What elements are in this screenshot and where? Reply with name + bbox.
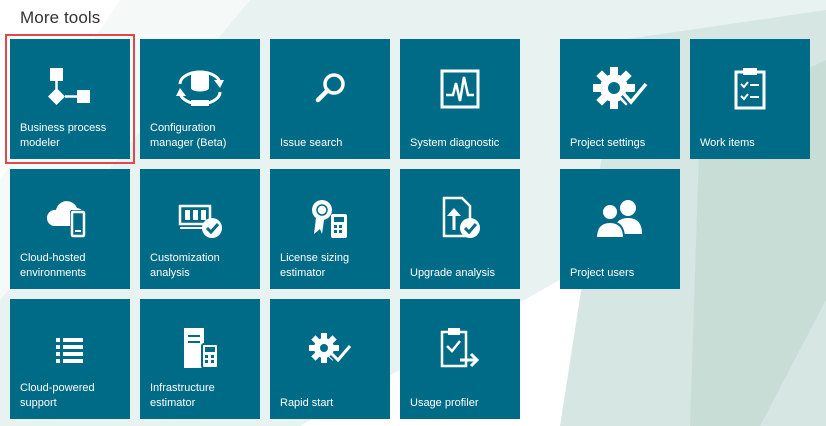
tile-cloud-hosted-environments[interactable]: Cloud-hosted environments: [10, 169, 130, 289]
component-check-icon: [140, 193, 260, 245]
tile-label: Cloud-hosted environments: [20, 252, 87, 279]
tile-label: Rapid start: [280, 397, 334, 409]
tile-usage-profiler[interactable]: Usage profiler: [400, 299, 520, 419]
search-icon: [270, 63, 390, 115]
tile-business-process-modeler[interactable]: Business process modeler: [10, 39, 130, 159]
tile-customization-analysis[interactable]: Customization analysis: [140, 169, 260, 289]
tile-configuration-manager[interactable]: Configuration manager (Beta): [140, 39, 260, 159]
flowchart-icon: [10, 63, 130, 115]
tile-rapid-start[interactable]: Rapid start: [270, 299, 390, 419]
page-title: More tools: [20, 8, 101, 27]
tile-cloud-powered-support[interactable]: Cloud-powered support: [10, 299, 130, 419]
tile-label: Business process modeler: [20, 122, 107, 149]
gear-check-small-icon: [270, 323, 390, 375]
tile-project-settings[interactable]: Project settings: [560, 39, 680, 159]
clipboard-arrow-icon: [400, 323, 520, 375]
tile-label: System diagnostic: [410, 137, 500, 149]
tile-label: Infrastructure estimator: [150, 382, 215, 409]
tile-label: License sizing estimator: [280, 252, 350, 279]
database-sync-icon: [140, 63, 260, 115]
tile-infrastructure-estimator[interactable]: Infrastructure estimator: [140, 299, 260, 419]
tile-upgrade-analysis[interactable]: Upgrade analysis: [400, 169, 520, 289]
tile-label: Upgrade analysis: [410, 267, 495, 279]
certificate-calculator-icon: [270, 193, 390, 245]
tile-label: Project settings: [570, 137, 646, 149]
clipboard-checklist-icon: [690, 63, 810, 115]
tile-work-items[interactable]: Work items: [690, 39, 810, 159]
tile-label: Work items: [700, 137, 755, 149]
document-upload-check-icon: [400, 193, 520, 245]
tile-license-sizing-estimator[interactable]: License sizing estimator: [270, 169, 390, 289]
server-calculator-icon: [140, 323, 260, 375]
tile-label: Usage profiler: [410, 397, 479, 409]
tile-label: Cloud-powered support: [20, 382, 95, 409]
tile-label: Issue search: [280, 137, 343, 149]
tile-system-diagnostic[interactable]: System diagnostic: [400, 39, 520, 159]
tile-label: Configuration manager (Beta): [150, 122, 227, 149]
cloud-device-icon: [10, 193, 130, 245]
tile-label: Project users: [570, 267, 635, 279]
tile-project-users[interactable]: Project users: [560, 169, 680, 289]
tile-issue-search[interactable]: Issue search: [270, 39, 390, 159]
tile-label: Customization analysis: [150, 252, 220, 279]
gear-check-icon: [560, 63, 680, 115]
list-icon: [10, 323, 130, 375]
users-icon: [560, 193, 680, 245]
pulse-monitor-icon: [400, 63, 520, 115]
